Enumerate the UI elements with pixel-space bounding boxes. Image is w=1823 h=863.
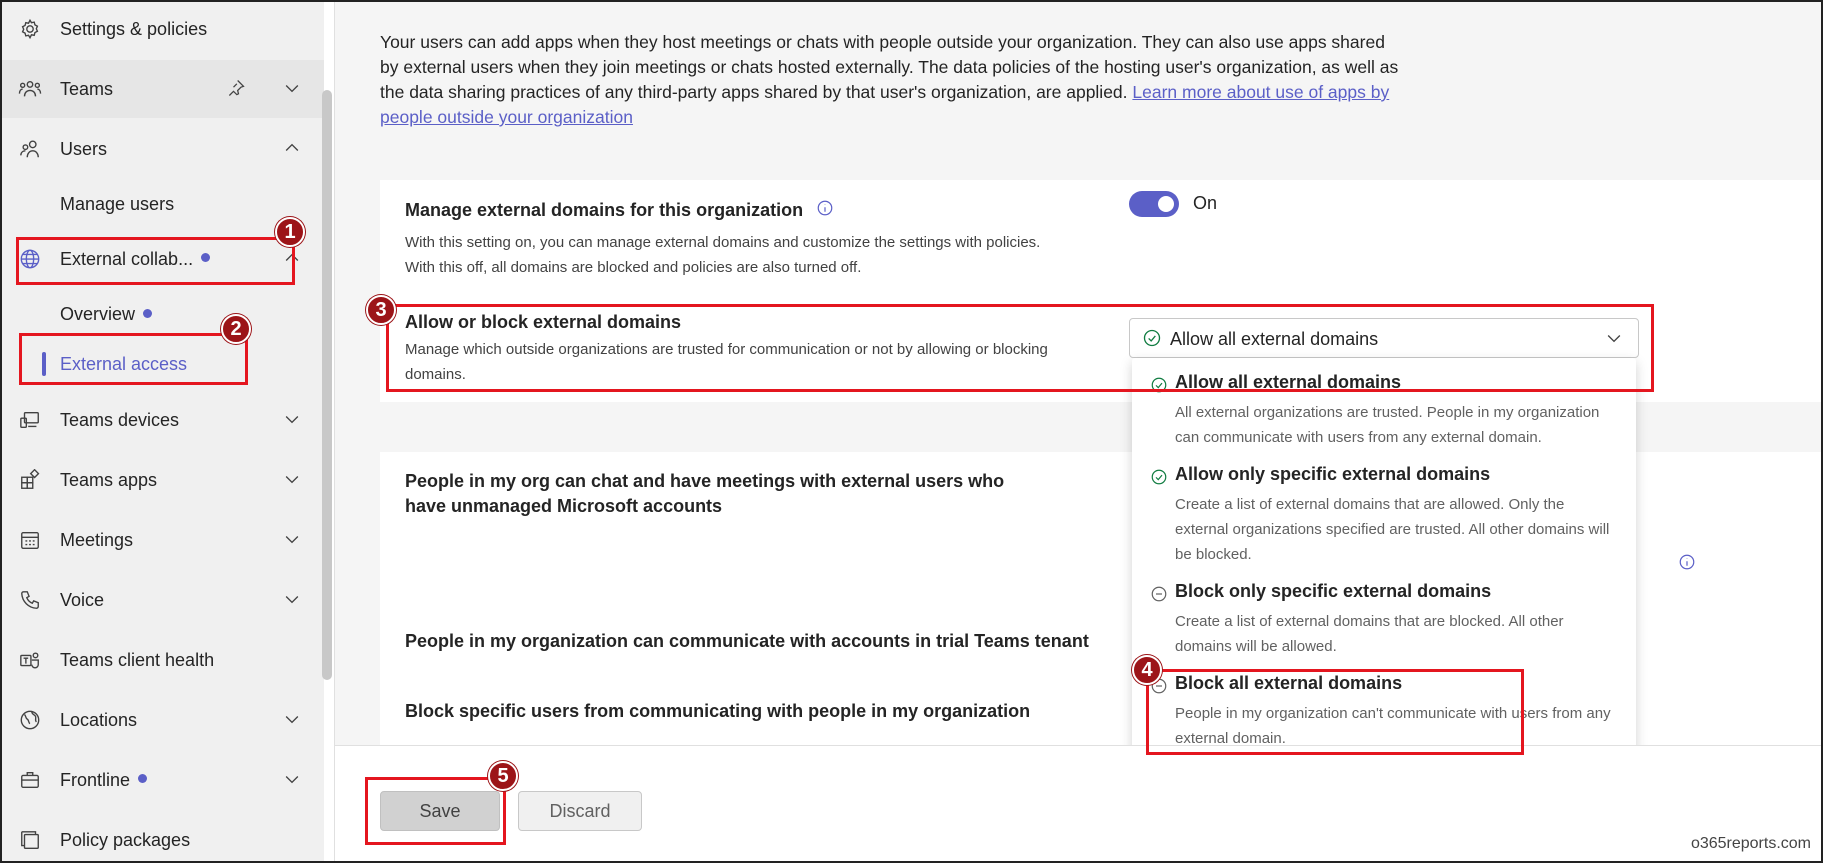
apps-icon xyxy=(18,468,42,492)
sidebar-item-frontline[interactable]: Frontline xyxy=(2,751,324,809)
info-icon[interactable] xyxy=(816,199,834,224)
option-desc: Create a list of external domains that a… xyxy=(1175,496,1610,563)
phone-icon xyxy=(18,588,42,612)
teams-people-icon xyxy=(18,77,42,101)
chevron-down-icon[interactable] xyxy=(282,709,304,731)
globe-location-icon xyxy=(18,708,42,732)
sidebar-item-meetings[interactable]: Meetings xyxy=(2,511,324,569)
option-title: Allow only specific external domains xyxy=(1175,464,1491,484)
screenshot-frame: Settings & policies Teams Users Manage u… xyxy=(0,0,1823,863)
sidebar-item-label: Meetings xyxy=(60,529,134,550)
chevron-down-icon[interactable] xyxy=(282,409,304,431)
watermark: o365reports.com xyxy=(1690,835,1811,852)
sidebar-item-label: Settings & policies xyxy=(60,18,208,39)
info-icon[interactable] xyxy=(1678,553,1696,576)
sidebar-sub-manage-users[interactable]: Manage users xyxy=(60,194,174,215)
manage-domains-title-text: Manage external domains for this organiz… xyxy=(405,200,804,220)
sidebar-item-label: Policy packages xyxy=(60,829,191,850)
option-desc: Create a list of external domains that a… xyxy=(1175,613,1564,655)
overview-label: Overview xyxy=(60,304,136,324)
sidebar-item-teams-client-health[interactable]: Teams client health xyxy=(2,631,324,689)
sidebar: Settings & policies Teams Users Manage u… xyxy=(2,2,324,861)
block-users-title: Block specific users from communicating … xyxy=(405,701,1031,721)
annotation-box-1 xyxy=(16,237,295,285)
calendar-icon xyxy=(18,528,42,552)
unmanaged-accounts-title: People in my org can chat and have meeti… xyxy=(405,471,1005,516)
teams-logo-icon xyxy=(18,648,42,672)
sidebar-item-label: Users xyxy=(60,138,108,159)
sidebar-item-label: Locations xyxy=(60,709,138,730)
annotation-box-4 xyxy=(1146,669,1524,755)
sidebar-item-policy-packages[interactable]: Policy packages xyxy=(2,811,324,861)
sidebar-item-label: Teams xyxy=(60,78,114,99)
trial-tenant-title: People in my organization can communicat… xyxy=(405,631,1089,651)
minus-circle-icon xyxy=(1150,585,1168,608)
chevron-down-icon[interactable] xyxy=(282,589,304,611)
users-icon xyxy=(18,137,42,161)
pin-icon[interactable] xyxy=(226,78,248,100)
frontline-icon xyxy=(18,768,42,792)
discard-button[interactable]: Discard xyxy=(518,791,642,831)
sidebar-item-teams-devices[interactable]: Teams devices xyxy=(2,391,324,449)
sidebar-item-users[interactable]: Users xyxy=(2,120,324,178)
gear-icon xyxy=(18,17,42,41)
manage-domains-desc-2: With this off, all domains are blocked a… xyxy=(405,259,862,276)
chevron-down-icon[interactable] xyxy=(282,469,304,491)
sidebar-item-label: Voice xyxy=(60,589,105,610)
chevron-up-icon[interactable] xyxy=(282,138,304,160)
notification-dot xyxy=(138,774,148,784)
annotation-badge-1: 1 xyxy=(275,217,305,247)
sidebar-item-voice[interactable]: Voice xyxy=(2,571,324,629)
annotation-badge-2: 2 xyxy=(221,314,251,344)
package-icon xyxy=(18,828,42,852)
annotation-badge-3: 3 xyxy=(366,295,396,325)
sidebar-item-label: Teams devices xyxy=(60,409,180,430)
chevron-down-icon[interactable] xyxy=(282,78,304,100)
annotation-box-3 xyxy=(386,304,1654,392)
manage-domains-toggle[interactable] xyxy=(1129,191,1179,217)
manage-domains-title: Manage external domains for this organiz… xyxy=(405,198,834,224)
sidebar-item-teams[interactable]: Teams xyxy=(2,60,324,118)
notification-dot xyxy=(143,308,153,318)
annotation-badge-4: 4 xyxy=(1132,655,1162,685)
sidebar-item-label: Frontline xyxy=(60,769,148,791)
chevron-down-icon[interactable] xyxy=(282,769,304,791)
intro-paragraph: Your users can add apps when they host m… xyxy=(380,30,1400,130)
sidebar-item-label: Teams client health xyxy=(60,649,215,670)
sidebar-item-settings-policies[interactable]: Settings & policies xyxy=(2,2,324,58)
annotation-box-5 xyxy=(365,777,506,845)
devices-icon xyxy=(18,408,42,432)
sidebar-item-label: Teams apps xyxy=(60,469,158,490)
annotation-box-2 xyxy=(19,333,248,385)
chevron-down-icon[interactable] xyxy=(282,529,304,551)
option-desc: All external organizations are trusted. … xyxy=(1175,404,1600,446)
toggle-state-label: On xyxy=(1193,193,1218,213)
sidebar-item-locations[interactable]: Locations xyxy=(2,691,324,749)
footer-bar: Save Discard o365reports.com xyxy=(335,745,1821,861)
check-circle-icon xyxy=(1150,468,1168,491)
option-title: Block only specific external domains xyxy=(1175,581,1492,601)
manage-domains-desc-1: With this setting on, you can manage ext… xyxy=(405,234,1041,251)
frontline-label: Frontline xyxy=(60,769,131,790)
sidebar-scrollbar[interactable] xyxy=(322,90,332,680)
sidebar-item-teams-apps[interactable]: Teams apps xyxy=(2,451,324,509)
annotation-badge-5: 5 xyxy=(488,761,518,791)
sidebar-sub-overview[interactable]: Overview xyxy=(60,304,153,325)
